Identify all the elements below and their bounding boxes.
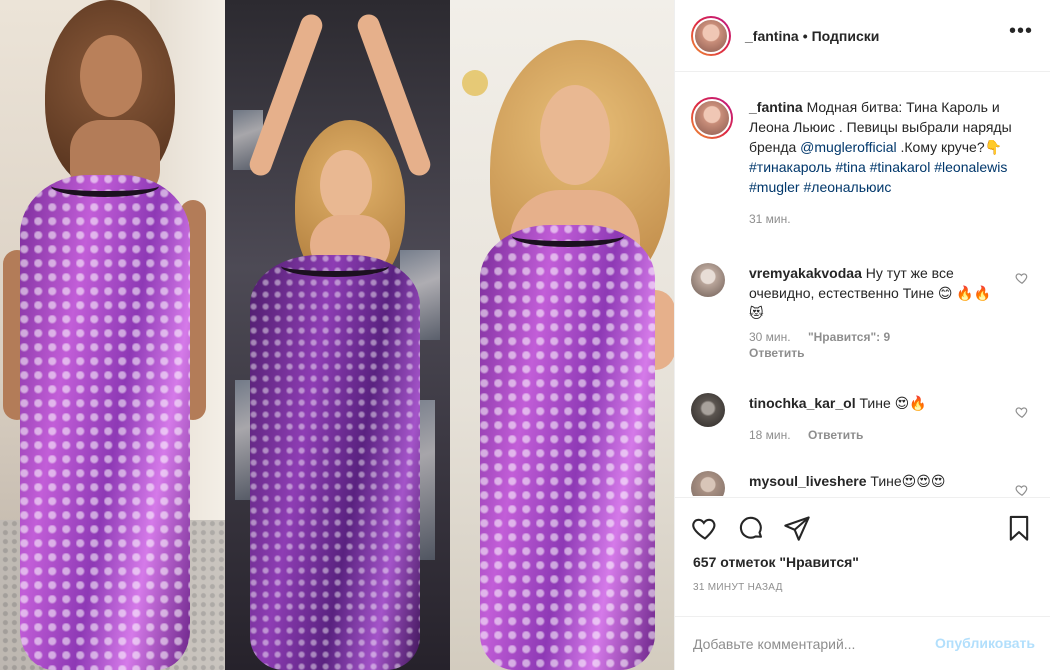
reply-button[interactable]: Ответить — [808, 428, 863, 442]
hashtag[interactable]: #mugler — [749, 179, 800, 195]
hashtag[interactable]: #тинакароль — [749, 159, 831, 175]
comments-list[interactable]: _fantina Модная битва: Тина Кароль и Лео… — [675, 73, 1050, 496]
hashtag[interactable]: #leonalewis — [934, 159, 1007, 175]
post-photo[interactable] — [0, 0, 674, 670]
comment-username[interactable]: tinochka_kar_ol — [749, 395, 856, 411]
more-horizontal-icon[interactable]: ••• — [1009, 21, 1033, 41]
caption-avatar[interactable] — [691, 97, 733, 139]
caption-mention[interactable]: @muglerofficial — [800, 139, 896, 155]
comment-likes[interactable]: "Нравится": 9 — [808, 330, 890, 344]
caption-username[interactable]: _fantina — [749, 99, 803, 115]
post-caption: _fantina Модная битва: Тина Кароль и Лео… — [691, 97, 1035, 229]
photo-panel-right — [450, 0, 674, 670]
comment-item: mysoul_liveshere Тине😍😍😍 — [691, 471, 1035, 496]
hashtag[interactable]: #tinakarol — [870, 159, 931, 175]
share-icon[interactable] — [783, 514, 811, 542]
caption-time[interactable]: 31 мин. — [749, 209, 1029, 229]
comment-input[interactable] — [693, 633, 923, 655]
author-avatar[interactable] — [691, 15, 731, 56]
comment-item: vremyakakvodaa Ну тут же все очевидно, е… — [691, 263, 1035, 361]
photo-panel-middle — [225, 0, 450, 670]
header-separator: • — [802, 27, 808, 44]
instagram-post: _fantina • Подписки ••• _fantina Модная … — [0, 0, 1050, 670]
post-sidebar: _fantina • Подписки ••• _fantina Модная … — [674, 0, 1050, 670]
commenter-avatar[interactable] — [691, 471, 725, 496]
hashtag[interactable]: #tina — [835, 159, 865, 175]
add-comment-bar: Опубликовать — [675, 616, 1050, 670]
publish-button[interactable]: Опубликовать — [935, 635, 1035, 651]
comment-icon[interactable] — [737, 514, 765, 542]
author-username[interactable]: _fantina — [745, 28, 799, 44]
hashtag[interactable]: #леональюис — [803, 179, 891, 195]
comment-item: tinochka_kar_ol Тине 😍🔥 18 мин. Ответить — [691, 393, 1035, 443]
photo-panel-left — [0, 0, 225, 670]
following-button[interactable]: Подписки — [812, 28, 880, 44]
heart-icon[interactable] — [1015, 483, 1029, 496]
comment-time[interactable]: 30 мин. — [749, 330, 791, 344]
likes-count[interactable]: 657 отметок "Нравится" — [693, 554, 859, 570]
bookmark-icon[interactable] — [1005, 514, 1033, 542]
caption-text-2: .Кому круче?👇 — [900, 139, 1003, 155]
commenter-avatar[interactable] — [691, 263, 725, 297]
comment-text: Тине 😍🔥 — [859, 395, 927, 411]
comment-username[interactable]: vremyakakvodaa — [749, 265, 862, 281]
post-time[interactable]: 31 минут назад — [693, 582, 783, 593]
heart-icon[interactable] — [1015, 271, 1029, 285]
heart-icon[interactable] — [691, 514, 719, 542]
reply-button[interactable]: Ответить — [749, 346, 804, 360]
comment-time[interactable]: 18 мин. — [749, 428, 791, 442]
commenter-avatar[interactable] — [691, 393, 725, 427]
post-header: _fantina • Подписки ••• — [675, 0, 1050, 72]
comment-text: Тине😍😍😍 — [870, 473, 946, 489]
comment-username[interactable]: mysoul_liveshere — [749, 473, 867, 489]
post-actions: 657 отметок "Нравится" 31 минут назад — [675, 497, 1050, 617]
heart-icon[interactable] — [1015, 405, 1029, 419]
